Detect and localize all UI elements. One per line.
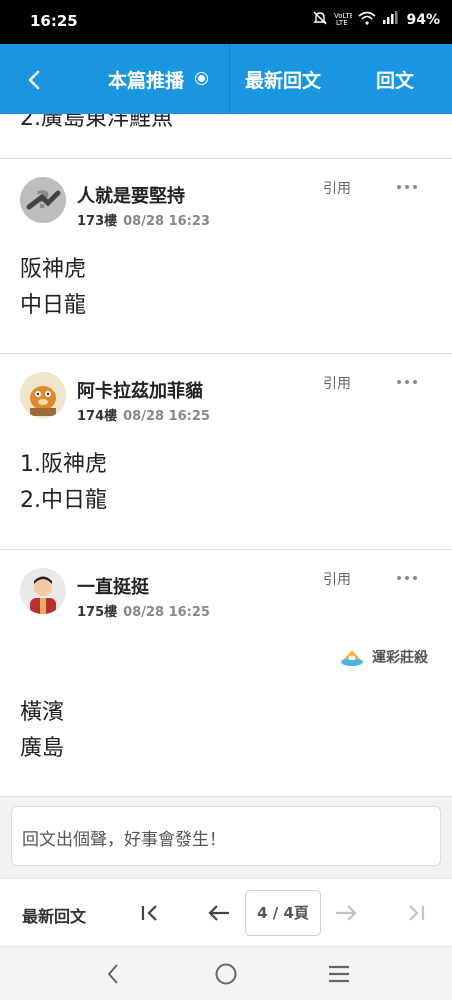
sponsor-icon [341,650,363,666]
reply-area: 回文出個聲，好事會發生！ [0,796,452,878]
top-nav-bar: 本篇推播 最新回文 回文 [0,44,452,114]
sponsor-badge[interactable]: 運彩莊殺 [340,647,428,667]
author-name[interactable]: 一直挺挺 [77,573,149,599]
post-line: 1.阪神虎 [20,452,107,477]
lte-icon: VoLTE LTE [334,11,354,28]
post-item: 阿卡拉茲加菲貓 174樓 08/28 16:25 引用 1.阪神虎 2.中日龍 [0,353,452,549]
post-date: 08/28 16:25 [123,605,210,620]
system-nav-bar [0,946,452,1000]
post-meta: 174樓 08/28 16:25 [77,405,210,424]
post-date: 08/28 16:25 [123,409,210,424]
quote-button[interactable]: 引用 [323,373,351,393]
post-meta: 175樓 08/28 16:25 [77,601,210,620]
post-meta: 173樓 08/28 16:23 [77,210,210,229]
quote-button[interactable]: 引用 [323,178,351,198]
author-name[interactable]: 阿卡拉茲加菲貓 [77,377,203,403]
recents-icon[interactable] [326,961,352,987]
post-body: 阪神虎 中日龍 [20,252,86,324]
back-arrow-icon [28,70,40,90]
avatar[interactable] [20,372,66,418]
svg-text:LTE: LTE [336,19,348,25]
post-item: ? 人就是要堅持 173樓 08/28 16:23 引用 阪神虎 中日龍 [0,158,452,353]
tab-latest-replies[interactable]: 最新回文 [245,66,321,93]
battery-level: 94% [406,11,440,28]
post-line: 廣島 [20,736,65,761]
pager-bar: 最新回文 4 / 4頁 [0,878,452,946]
post-line: 橫濱 [20,700,65,725]
notification-dot-icon [196,73,207,84]
prev-page-icon[interactable] [205,899,233,927]
more-options-icon[interactable] [397,573,421,583]
post-body: 1.阪神虎 2.中日龍 [20,447,107,519]
first-page-icon[interactable] [136,899,164,927]
sponsor-label: 運彩莊殺 [372,650,428,666]
signal-icon [382,11,398,28]
floor-number: 173樓 [77,214,118,229]
post-line: 中日龍 [20,293,87,318]
page-indicator[interactable]: 4 / 4頁 [245,890,321,936]
mute-icon [312,10,328,29]
post-line: 阪神虎 [20,257,87,282]
back-button[interactable] [18,64,50,96]
floor-number: 174樓 [77,409,118,424]
tab-divider [229,44,230,114]
tab-reply[interactable]: 回文 [376,66,414,93]
latest-replies-button[interactable]: 最新回文 [22,903,86,927]
status-time: 16:25 [30,12,78,30]
home-icon[interactable] [213,961,239,987]
more-options-icon[interactable] [397,377,421,387]
next-page-icon[interactable] [332,899,360,927]
status-icons: VoLTE LTE 94% [312,10,440,29]
post-line: 2.中日龍 [20,488,107,513]
post-date: 08/28 16:23 [123,214,210,229]
avatar[interactable] [20,568,66,614]
system-back-icon[interactable] [100,961,126,987]
post-body: 橫濱 廣島 [20,695,64,767]
tab-thread-push[interactable]: 本篇推播 [108,66,184,93]
thread-content: 2.廣島東洋鯉魚 ? 人就是要堅持 173樓 08/28 16:23 引用 阪神虎… [0,114,452,796]
quote-button[interactable]: 引用 [323,569,351,589]
floor-number: 175樓 [77,605,118,620]
wifi-icon [358,11,377,28]
status-bar: 16:25 VoLTE LTE 94% [0,0,452,44]
last-page-icon[interactable] [402,899,430,927]
author-name[interactable]: 人就是要堅持 [77,182,185,208]
avatar[interactable]: ? [20,177,66,223]
previous-post-text: 2.廣島東洋鯉魚 [20,114,173,131]
post-item: 一直挺挺 175樓 08/28 16:25 引用 運彩莊殺 橫濱 廣島 [0,549,452,796]
reply-input[interactable]: 回文出個聲，好事會發生！ [11,806,441,866]
more-options-icon[interactable] [397,182,421,192]
